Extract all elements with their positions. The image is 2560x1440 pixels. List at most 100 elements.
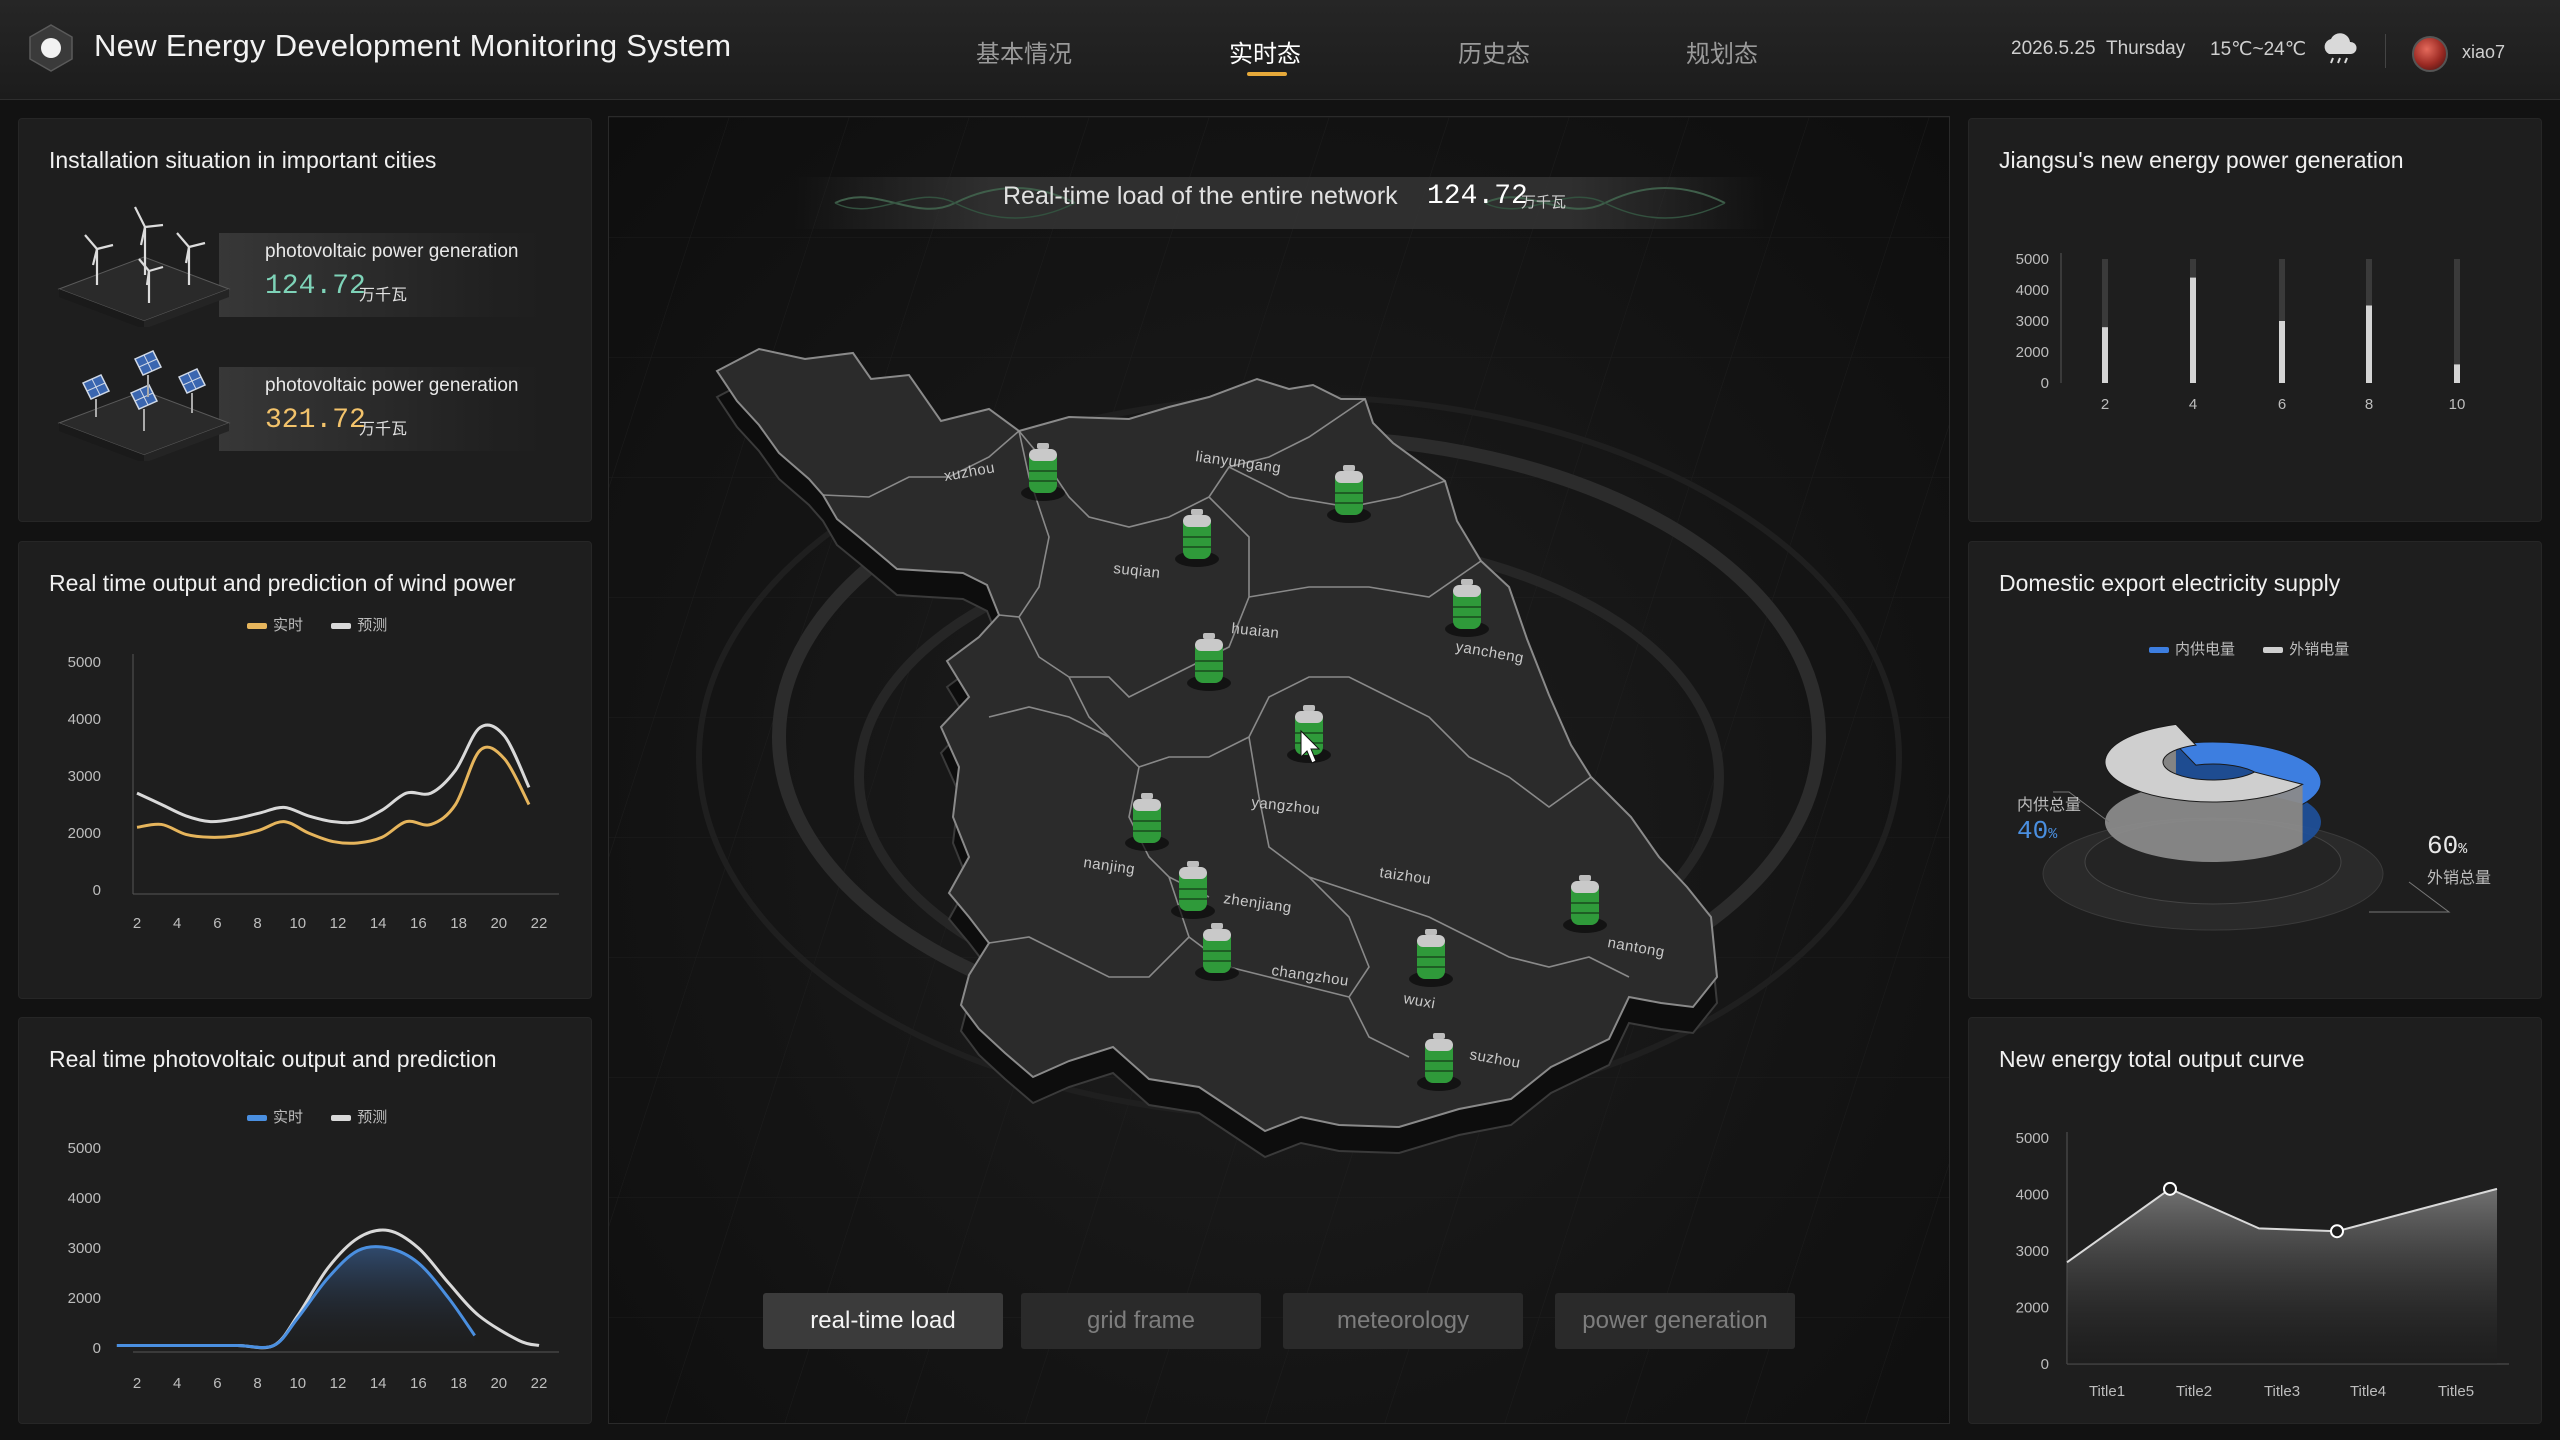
domestic-total-label: 内供总量 xyxy=(2017,797,2082,814)
wind-chart-legend: 实时 预测 xyxy=(247,614,411,635)
tab-basic-info[interactable]: 基本情况 xyxy=(976,34,1072,69)
x-tick-label: 4 xyxy=(173,1375,181,1392)
header-separator xyxy=(2385,34,2386,68)
export-total-label: 外销总量 xyxy=(2427,870,2492,887)
tab-history[interactable]: 历史态 xyxy=(1458,34,1530,69)
map-mode-power-generation[interactable]: power generation xyxy=(1555,1293,1795,1349)
installation-label: photovoltaic power generation xyxy=(265,241,519,262)
x-tick-label: 10 xyxy=(289,1375,306,1392)
installation-unit: 万千瓦 xyxy=(359,421,408,438)
x-tick-label: 10 xyxy=(289,915,306,932)
pv-area-chart: 0 2000 3000 4000 5000 2 4 6 8 10 12 14 16 18 20 22 xyxy=(68,1140,559,1392)
y-tick-label: 0 xyxy=(2041,1356,2049,1373)
pv-chart-panel: Real time photovoltaic output and predic… xyxy=(18,1017,592,1424)
y-tick-label: 4000 xyxy=(68,1190,101,1207)
y-tick-label: 5000 xyxy=(68,654,101,671)
legend-item-realtime: 实时 xyxy=(247,617,303,634)
x-tick-label: 8 xyxy=(253,915,261,932)
user-avatar[interactable] xyxy=(2412,36,2448,72)
app-logo-icon xyxy=(29,24,73,72)
bar xyxy=(2190,277,2196,383)
y-tick-label: 2000 xyxy=(68,1290,101,1307)
total-data-point xyxy=(2163,1181,2177,1196)
x-tick-label: 8 xyxy=(253,1375,261,1392)
total-data-point xyxy=(2330,1224,2344,1239)
app-header: New Energy Development Monitoring System… xyxy=(0,0,2560,100)
domestic-total-value: 40% xyxy=(2017,816,2058,846)
x-tick-label: 14 xyxy=(370,915,387,932)
y-tick-label: 4000 xyxy=(2016,282,2049,299)
map-panel: Real-time load of the entire network 124… xyxy=(608,116,1950,1424)
total-output-area-chart: 0 2000 3000 4000 5000 Title1 Title2 Title3 Title… xyxy=(2016,1130,2509,1400)
installation-item-wind: photovoltaic power generation 124.72 万千瓦 xyxy=(49,197,549,327)
x-tick-label: 4 xyxy=(2189,396,2197,413)
x-tick-label: Title4 xyxy=(2350,1383,2386,1400)
header-temperature: 15℃~24℃ xyxy=(2210,39,2307,60)
jiangsu-generation-panel: Jiangsu's new energy power generation 0 2… xyxy=(1968,118,2542,522)
x-tick-label: 6 xyxy=(213,1375,221,1392)
x-tick-label: Title1 xyxy=(2089,1383,2125,1400)
wind-chart-panel: Real time output and prediction of wind … xyxy=(18,541,592,999)
y-tick-label: 5000 xyxy=(2016,1130,2049,1147)
solar-panel-icon xyxy=(57,350,231,461)
app-title: New Energy Development Monitoring System xyxy=(94,28,732,63)
y-tick-label: 5000 xyxy=(2016,251,2049,268)
pv-chart-title: Real time photovoltaic output and predic… xyxy=(49,1046,497,1072)
x-tick-label: 20 xyxy=(490,915,507,932)
x-tick-label: 16 xyxy=(410,1375,427,1392)
wind-series-line-forecast xyxy=(136,723,531,825)
y-tick-label: 3000 xyxy=(68,1240,101,1257)
y-tick-label: 0 xyxy=(2041,375,2049,392)
jiangsu-province-map[interactable]: xuzhou lianyungang suqian huaian yanchen… xyxy=(609,117,1950,1424)
wind-series-line-realtime xyxy=(136,745,531,845)
username[interactable]: xiao7 xyxy=(2462,42,2505,63)
y-tick-label: 5000 xyxy=(68,1140,101,1157)
bar xyxy=(2279,321,2285,383)
y-tick-label: 2000 xyxy=(2016,344,2049,361)
supply-chart-legend: 内供电量 外销电量 xyxy=(2149,638,2373,659)
x-tick-label: Title3 xyxy=(2264,1383,2300,1400)
legend-item-export: 外销电量 xyxy=(2263,641,2349,658)
map-mode-grid-frame[interactable]: grid frame xyxy=(1021,1293,1261,1349)
y-tick-label: 2000 xyxy=(2016,1300,2049,1317)
x-tick-label: 18 xyxy=(450,915,467,932)
jiangsu-bar-chart: 0 2000 3000 4000 5000 2 4 6 8 10 xyxy=(2016,251,2466,413)
x-tick-label: 8 xyxy=(2365,396,2373,413)
pv-realtime-area xyxy=(116,1246,475,1348)
tab-planning[interactable]: 规划态 xyxy=(1686,34,1758,69)
header-date: 2026.5.25 xyxy=(2011,38,2096,59)
y-tick-label: 3000 xyxy=(2016,1243,2049,1260)
supply-panel: Domestic export electricity supply 内供电量 … xyxy=(1968,541,2542,999)
x-tick-label: 12 xyxy=(330,915,347,932)
header-weekday: Thursday xyxy=(2106,38,2186,59)
x-tick-label: 18 xyxy=(450,1375,467,1392)
x-tick-label: 20 xyxy=(490,1375,507,1392)
wind-chart-title: Real time output and prediction of wind … xyxy=(49,570,516,596)
x-tick-label: 6 xyxy=(213,915,221,932)
map-mode-realtime-load[interactable]: real-time load xyxy=(763,1293,1003,1349)
y-tick-label: 4000 xyxy=(68,711,101,728)
x-tick-label: 2 xyxy=(133,915,141,932)
cloud-rain-icon xyxy=(2324,33,2357,64)
installation-value: 124.72 xyxy=(265,271,366,302)
y-tick-label: 3000 xyxy=(2016,313,2049,330)
y-tick-label: 0 xyxy=(93,1340,101,1357)
tab-realtime[interactable]: 实时态 xyxy=(1229,34,1301,69)
y-tick-label: 0 xyxy=(93,882,101,899)
wind-line-chart: 0 2000 3000 4000 5000 2 4 6 8 10 12 14 16 18 20 22 xyxy=(68,654,559,932)
installation-title: Installation situation in important citi… xyxy=(49,147,437,173)
x-tick-label: 16 xyxy=(410,915,427,932)
active-tab-indicator xyxy=(1247,72,1287,76)
x-tick-label: 10 xyxy=(2449,396,2466,413)
y-tick-label: 4000 xyxy=(2016,1187,2049,1204)
installation-item-solar: photovoltaic power generation 321.72 万千瓦 xyxy=(49,331,549,461)
export-total-value: 60% xyxy=(2427,831,2468,861)
installation-unit: 万千瓦 xyxy=(359,287,408,304)
wind-turbine-icon xyxy=(57,206,231,327)
legend-item-forecast: 预测 xyxy=(331,617,387,634)
y-tick-label: 3000 xyxy=(68,768,101,785)
installation-value: 321.72 xyxy=(265,405,366,436)
x-tick-label: 22 xyxy=(531,915,548,932)
map-mode-meteorology[interactable]: meteorology xyxy=(1283,1293,1523,1349)
x-tick-label: 14 xyxy=(370,1375,387,1392)
